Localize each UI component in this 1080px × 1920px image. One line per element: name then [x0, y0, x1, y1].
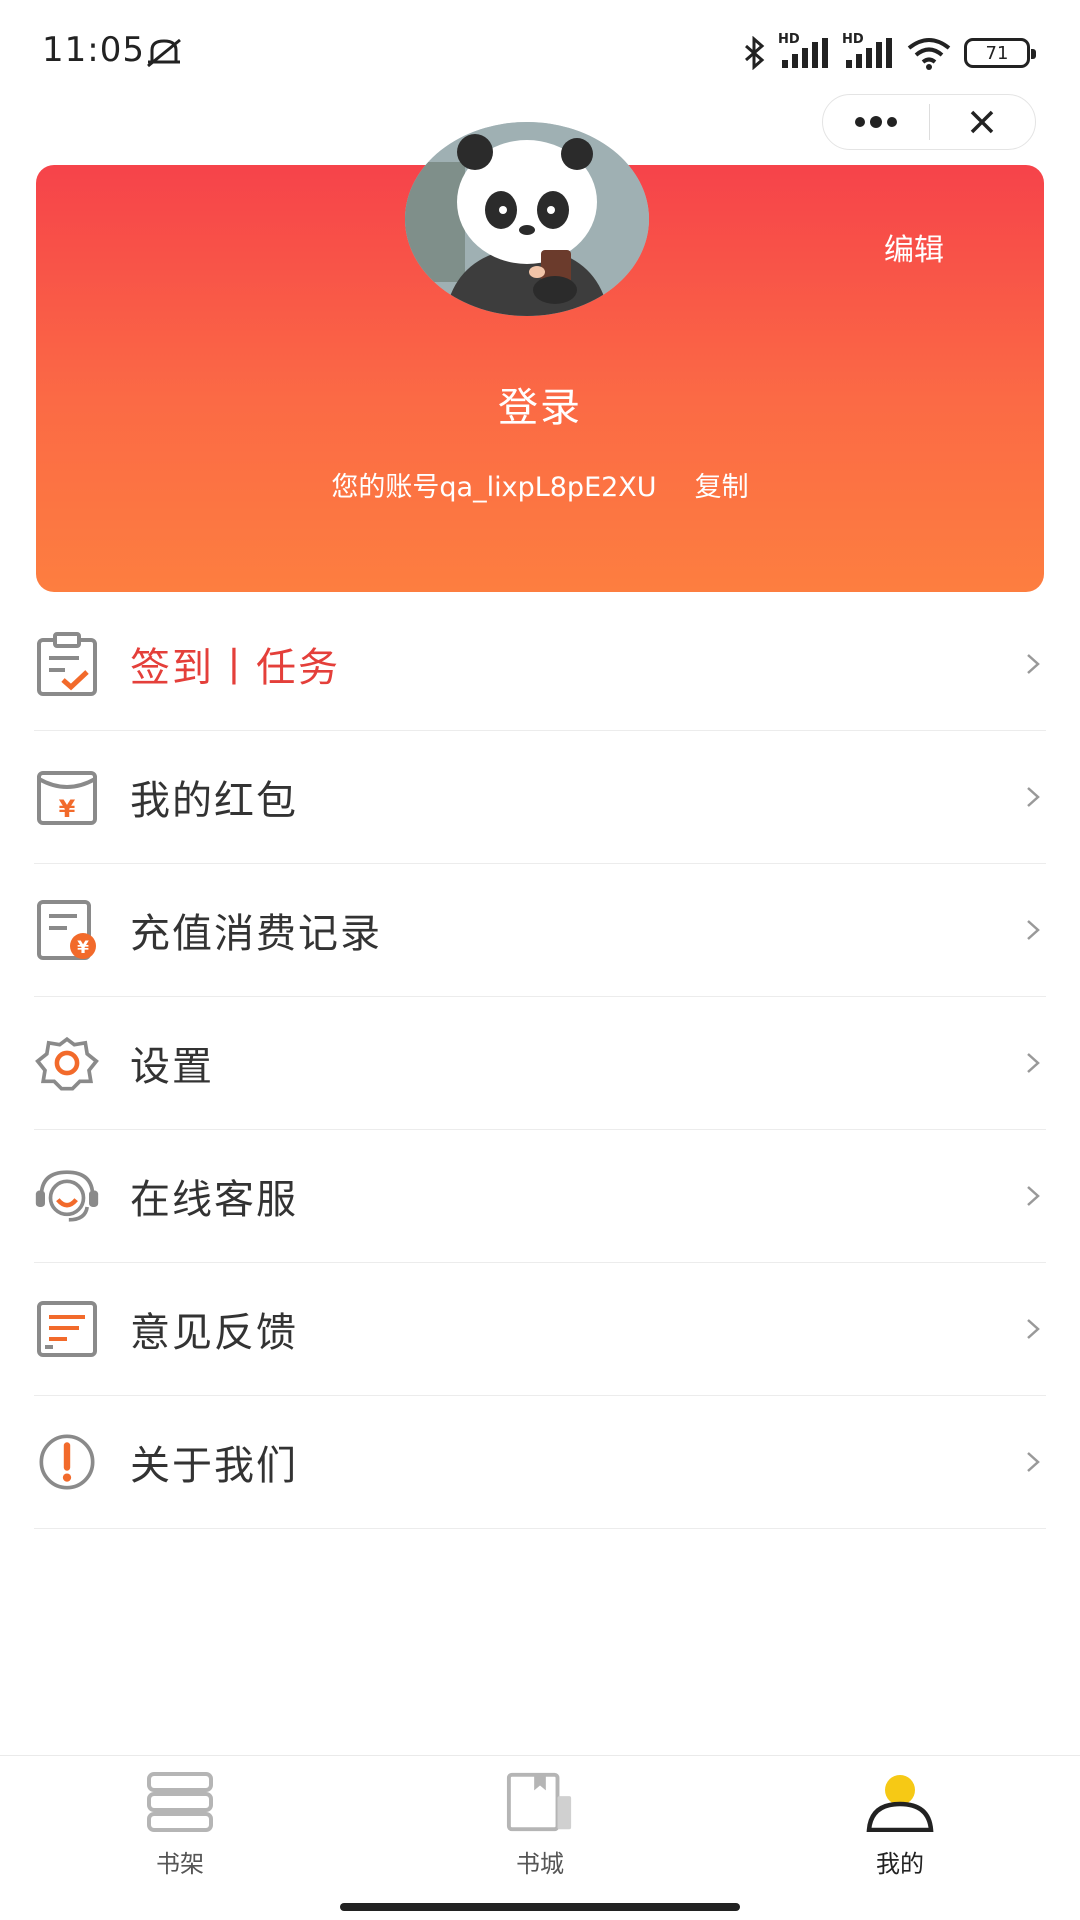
svg-text:¥: ¥ — [59, 795, 76, 823]
tab-label: 书架 — [156, 1850, 204, 1878]
gear-icon — [34, 1030, 100, 1096]
menu-item-red-envelope[interactable]: ¥ 我的红包 — [34, 731, 1046, 864]
tab-bar: 书架 书城 我的 — [0, 1755, 1080, 1920]
account-row: 您的账号qa_lixpL8pE2XU 复制 — [36, 465, 1044, 504]
copy-button[interactable]: 复制 — [695, 472, 749, 503]
menu-item-customer-service[interactable]: 在线客服 — [34, 1130, 1046, 1263]
login-button[interactable]: 登录 — [36, 375, 1044, 433]
tab-mine[interactable]: 我的 — [830, 1770, 970, 1879]
headset-icon — [34, 1163, 100, 1229]
chevron-right-icon — [1027, 787, 1040, 807]
chevron-right-icon — [1027, 1186, 1040, 1206]
bookstore-icon — [505, 1770, 575, 1834]
signal-1: HD — [778, 32, 830, 70]
more-button[interactable] — [823, 95, 929, 149]
menu-label: 设置 — [130, 1044, 214, 1090]
menu-label: 签到丨任务 — [130, 645, 340, 691]
tab-bookstore[interactable]: 书城 — [470, 1770, 610, 1879]
close-icon — [971, 110, 994, 134]
chevron-right-icon — [1027, 654, 1040, 674]
status-indicators: HD HD 71 — [742, 32, 1036, 70]
avatar[interactable] — [405, 122, 649, 316]
checklist-icon — [34, 631, 100, 697]
panda-avatar-image — [405, 122, 649, 316]
account-text: 您的账号qa_lixpL8pE2XU — [331, 472, 657, 503]
close-button[interactable] — [930, 95, 1036, 149]
status-time: 11:05 — [42, 30, 145, 70]
menu-label: 意见反馈 — [130, 1310, 298, 1356]
tab-label: 书城 — [516, 1850, 564, 1878]
bookshelf-icon — [145, 1770, 215, 1834]
chevron-right-icon — [1027, 1319, 1040, 1339]
menu-label: 在线客服 — [130, 1177, 298, 1223]
menu-item-about-us[interactable]: 关于我们 — [34, 1396, 1046, 1529]
mute-icon — [147, 38, 181, 68]
recharge-record-icon: ¥ — [34, 897, 100, 963]
chevron-right-icon — [1027, 1053, 1040, 1073]
red-envelope-icon: ¥ — [34, 764, 100, 830]
feedback-icon — [34, 1296, 100, 1362]
more-dots-icon — [854, 116, 897, 128]
wifi-icon — [907, 38, 951, 70]
edit-button[interactable]: 编辑 — [884, 225, 944, 269]
bluetooth-icon — [745, 36, 765, 70]
status-bar: 11:05 HD HD 71 — [0, 0, 1080, 100]
menu-label: 我的红包 — [130, 778, 298, 824]
user-icon — [865, 1770, 935, 1834]
svg-text:¥: ¥ — [77, 938, 89, 958]
battery-indicator: 71 — [964, 38, 1036, 68]
home-indicator — [340, 1903, 740, 1911]
menu-label: 关于我们 — [130, 1443, 298, 1489]
menu-item-recharge-record[interactable]: ¥ 充值消费记录 — [34, 864, 1046, 997]
info-icon — [34, 1429, 100, 1495]
menu-item-checkin[interactable]: 签到丨任务 — [34, 598, 1046, 731]
chevron-right-icon — [1027, 1452, 1040, 1472]
capsule-menu — [822, 94, 1036, 150]
signal-2: HD — [842, 32, 894, 70]
menu-item-feedback[interactable]: 意见反馈 — [34, 1263, 1046, 1396]
menu-list: 签到丨任务 ¥ 我的红包 ¥ 充值消费记录 设置 在线客服 意见反馈 关于我们 — [34, 598, 1046, 1529]
tab-label: 我的 — [876, 1850, 924, 1878]
chevron-right-icon — [1027, 920, 1040, 940]
tab-bookshelf[interactable]: 书架 — [110, 1770, 250, 1879]
menu-item-settings[interactable]: 设置 — [34, 997, 1046, 1130]
menu-label: 充值消费记录 — [130, 911, 382, 957]
